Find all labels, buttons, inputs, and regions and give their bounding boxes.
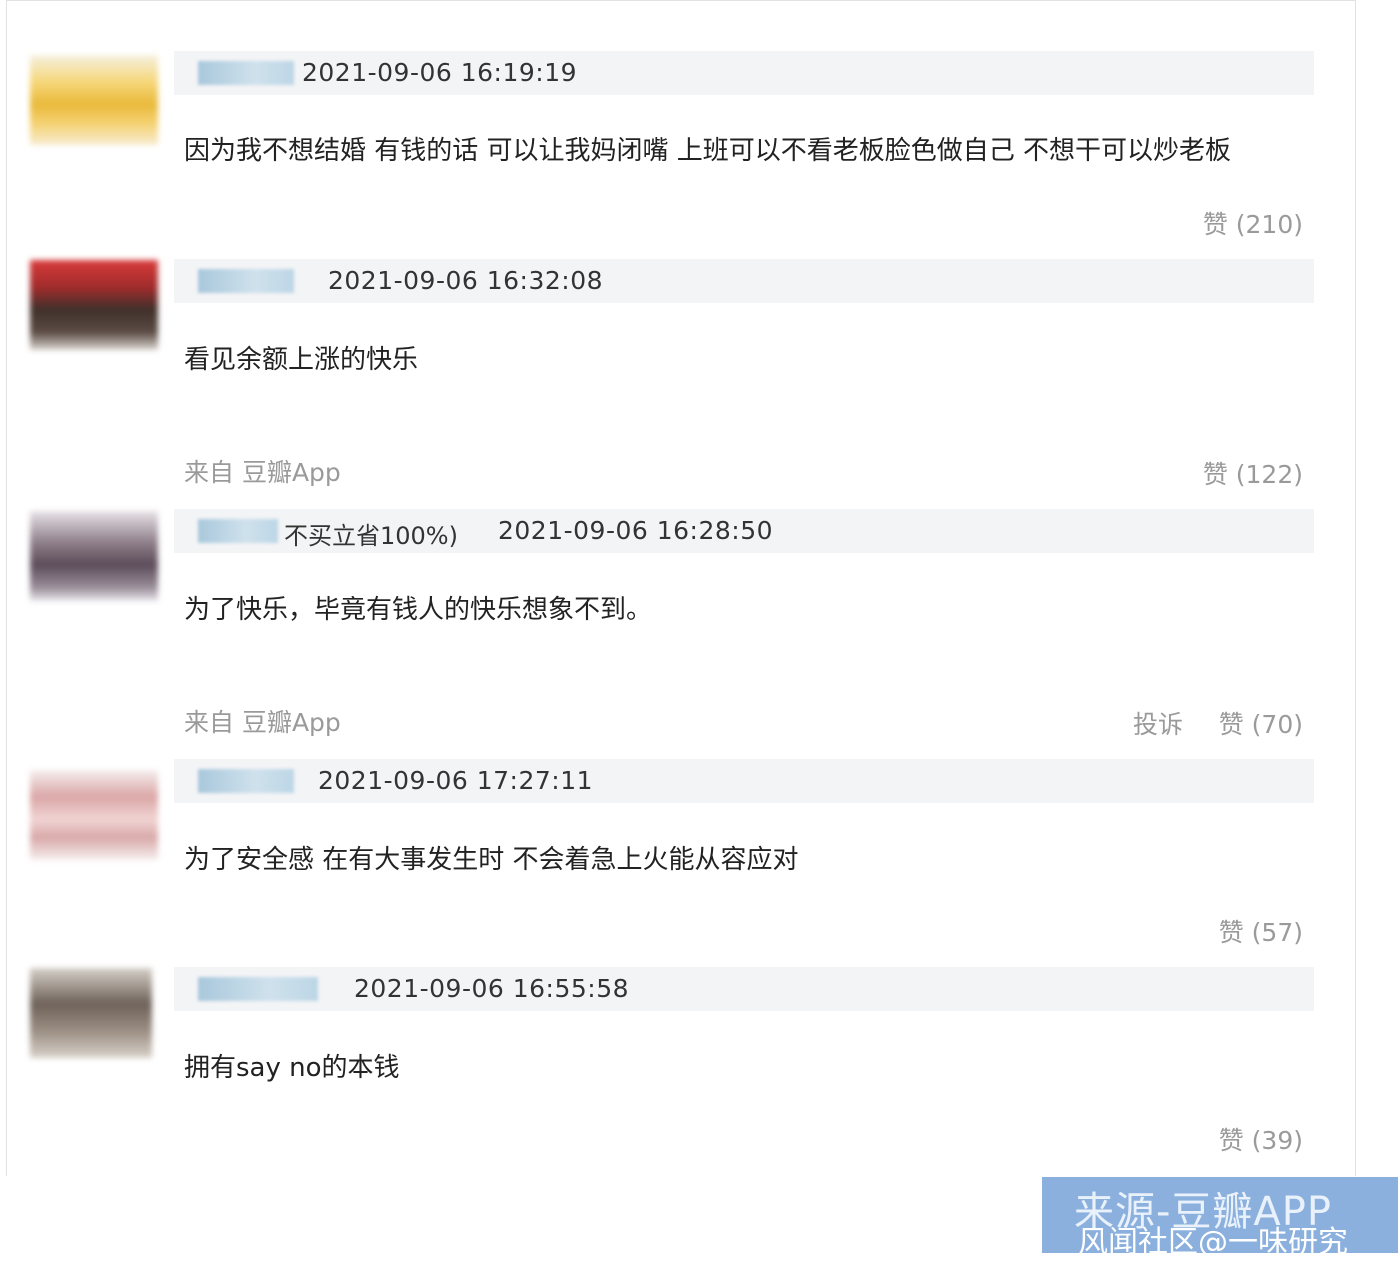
comment-text: 拥有say no的本钱 bbox=[184, 1053, 400, 1083]
avatar[interactable] bbox=[30, 770, 158, 860]
avatar[interactable] bbox=[30, 511, 158, 601]
avatar[interactable] bbox=[30, 260, 158, 350]
username-redacted[interactable] bbox=[198, 61, 294, 85]
comment-timestamp: 2021-09-06 16:19:19 bbox=[302, 58, 578, 87]
comment-timestamp: 2021-09-06 16:55:58 bbox=[354, 974, 630, 1003]
comment-text: 为了快乐，毕竟有钱人的快乐想象不到。 bbox=[184, 595, 653, 625]
report-link[interactable]: 投诉 bbox=[1133, 705, 1183, 741]
comment-header: 2021-09-06 16:32:08 bbox=[174, 259, 1314, 303]
comment-text: 因为我不想结婚 有钱的话 可以让我妈闭嘴 上班可以不看老板脸色做自己 不想干可以… bbox=[184, 136, 1232, 166]
comment-timestamp: 2021-09-06 17:27:11 bbox=[318, 766, 594, 795]
like-button[interactable]: 赞 (39) bbox=[1219, 1121, 1303, 1157]
comment-source: 来自 豆瓣App bbox=[184, 458, 341, 487]
avatar[interactable] bbox=[30, 968, 152, 1058]
like-button[interactable]: 赞 (210) bbox=[1203, 205, 1303, 241]
like-button[interactable]: 赞 (70) bbox=[1219, 705, 1303, 741]
username-suffix[interactable]: 不买立省100%) bbox=[284, 516, 458, 551]
comment-header: 2021-09-06 16:19:19 bbox=[174, 51, 1314, 95]
comment-header: 2021-09-06 17:27:11 bbox=[174, 759, 1314, 803]
avatar[interactable] bbox=[30, 55, 158, 145]
comment-header: 不买立省100%) 2021-09-06 16:28:50 bbox=[174, 509, 1314, 553]
username-redacted[interactable] bbox=[198, 269, 294, 293]
username-redacted[interactable] bbox=[198, 519, 278, 543]
comment-text: 看见余额上涨的快乐 bbox=[184, 345, 419, 375]
watermark-credit-line: 风闻社区@一味研究 bbox=[1078, 1225, 1348, 1253]
username-redacted[interactable] bbox=[198, 977, 318, 1001]
source-watermark: 来源-豆瓣APP 风闻社区@一味研究 bbox=[1042, 1177, 1398, 1253]
like-button[interactable]: 赞 (57) bbox=[1219, 913, 1303, 949]
comment-text: 为了安全感 在有大事发生时 不会着急上火能从容应对 bbox=[184, 845, 799, 875]
comment-header: 2021-09-06 16:55:58 bbox=[174, 967, 1314, 1011]
comment-timestamp: 2021-09-06 16:28:50 bbox=[498, 516, 774, 545]
like-button[interactable]: 赞 (122) bbox=[1203, 455, 1303, 491]
comment-source: 来自 豆瓣App bbox=[184, 708, 341, 737]
username-redacted[interactable] bbox=[198, 769, 294, 793]
comment-timestamp: 2021-09-06 16:32:08 bbox=[328, 266, 604, 295]
